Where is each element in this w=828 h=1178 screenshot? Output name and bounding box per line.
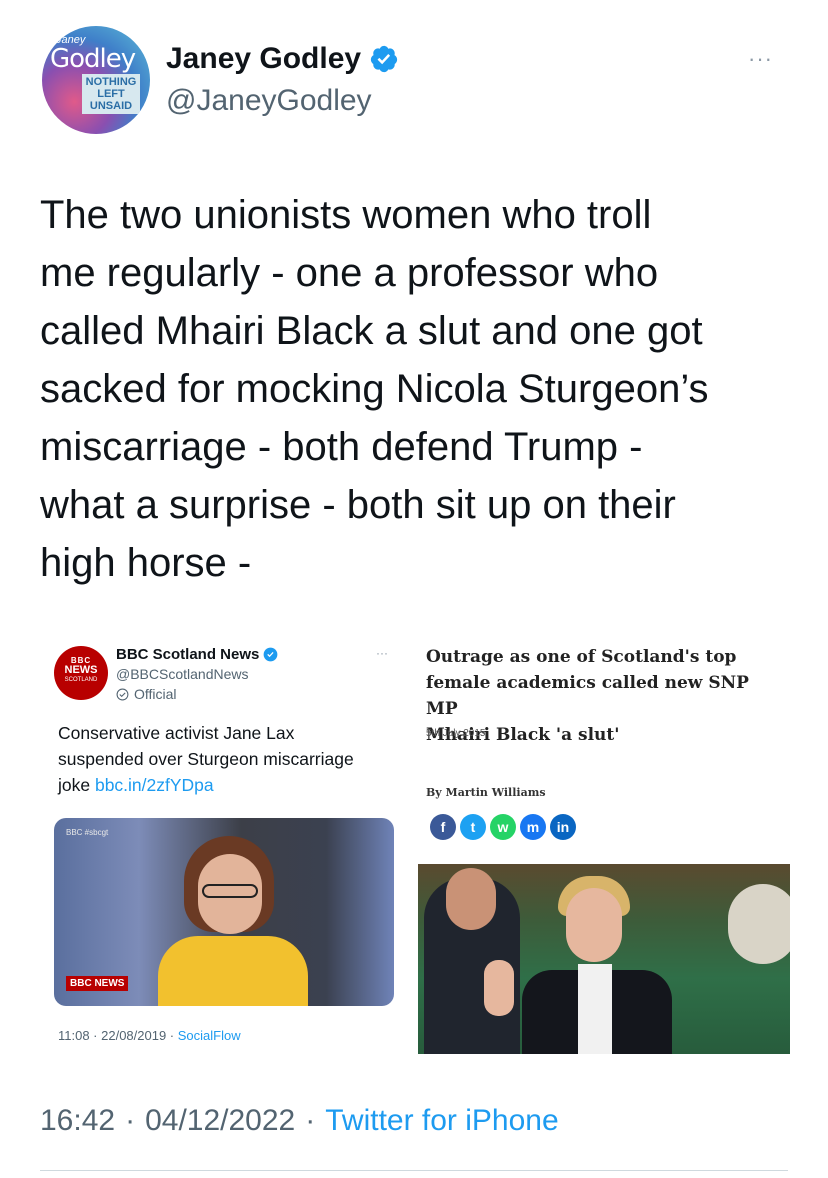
photo-figure-body — [158, 936, 308, 1006]
author-handle[interactable]: @JaneyGodley — [166, 84, 372, 118]
photo-figure-glasses — [202, 884, 258, 898]
tweet-line: miscarriage - both defend Trump - — [40, 425, 643, 469]
article-date: 5th July 2015 — [426, 728, 486, 739]
embedded-news-photo: BBC #sbcgt BBC NEWS — [54, 818, 394, 1006]
verified-badge-icon — [263, 647, 278, 662]
tweet-date[interactable]: 04/12/2022 — [145, 1104, 295, 1138]
photo-figure-woman-face — [566, 888, 622, 962]
attached-image-bbc-tweet[interactable]: BBC NEWS SCOTLAND BBC Scotland News @BBC… — [40, 628, 400, 1068]
linkedin-icon: in — [550, 814, 576, 840]
separator: · — [305, 1104, 316, 1137]
embedded-timestamp: 11:08 · 22/08/2019 · SocialFlow — [58, 1028, 241, 1043]
more-options-icon[interactable]: ··· — [748, 46, 773, 72]
photo-figure-man-face — [446, 868, 496, 930]
embedded-link: bbc.in/2zfYDpa — [94, 775, 214, 795]
official-label: Official — [116, 686, 177, 702]
embedded-more-icon: ··· — [376, 646, 388, 660]
share-buttons: f t w m in — [430, 814, 580, 840]
photo-figure-wig — [728, 884, 790, 964]
embedded-tweet-text: Conservative activist Jane Lax suspended… — [58, 723, 354, 795]
twitter-icon: t — [460, 814, 486, 840]
separator: · — [125, 1104, 136, 1137]
bbc-news-logo: BBC NEWS SCOTLAND — [54, 646, 108, 700]
avatar[interactable]: Janey Godley NOTHING LEFT UNSAID — [42, 26, 150, 134]
messenger-icon: m — [520, 814, 546, 840]
author-name-text[interactable]: Janey Godley — [166, 42, 361, 76]
embedded-source: SocialFlow — [177, 1028, 241, 1043]
embedded-author-handle: @BBCScotlandNews — [116, 666, 249, 682]
tweet-client-link[interactable]: Twitter for iPhone — [325, 1104, 558, 1138]
tweet-line: what a surprise - both sit up on their — [40, 483, 676, 527]
tweet-line: The two unionists women who troll — [40, 193, 652, 237]
tweet-line: sacked for mocking Nicola Sturgeon’s — [40, 367, 709, 411]
attached-image-article[interactable]: Outrage as one of Scotland's top female … — [416, 628, 790, 1068]
tweet-time[interactable]: 16:42 — [40, 1104, 115, 1138]
facebook-icon: f — [430, 814, 456, 840]
embedded-author-name: BBC Scotland News — [116, 646, 278, 663]
tweet-line: me regularly - one a professor who — [40, 251, 659, 295]
divider — [40, 1170, 788, 1171]
tweet-line: called Mhairi Black a slut and one got — [40, 309, 703, 353]
article-byline: By Martin Williams — [426, 786, 546, 799]
tweet-line: high horse - — [40, 541, 252, 585]
photo-overlay-caption: BBC #sbcgt — [66, 828, 109, 837]
bbc-news-tag: BBC NEWS — [66, 976, 129, 991]
official-check-icon — [116, 688, 129, 700]
whatsapp-icon: w — [490, 814, 516, 840]
avatar-text-big: Godley — [50, 44, 136, 74]
photo-figure-shirt — [578, 964, 612, 1054]
tweet-text: The two unionists women who troll me reg… — [40, 186, 800, 592]
article-photo — [418, 864, 790, 1054]
photo-figure-raised-hand — [484, 960, 514, 1016]
verified-badge-icon — [370, 45, 398, 73]
avatar-book-label: NOTHING LEFT UNSAID — [82, 74, 140, 114]
author-name[interactable]: Janey Godley — [166, 42, 399, 76]
tweet-metadata: 16:42 · 04/12/2022 · Twitter for iPhone — [40, 1104, 559, 1138]
